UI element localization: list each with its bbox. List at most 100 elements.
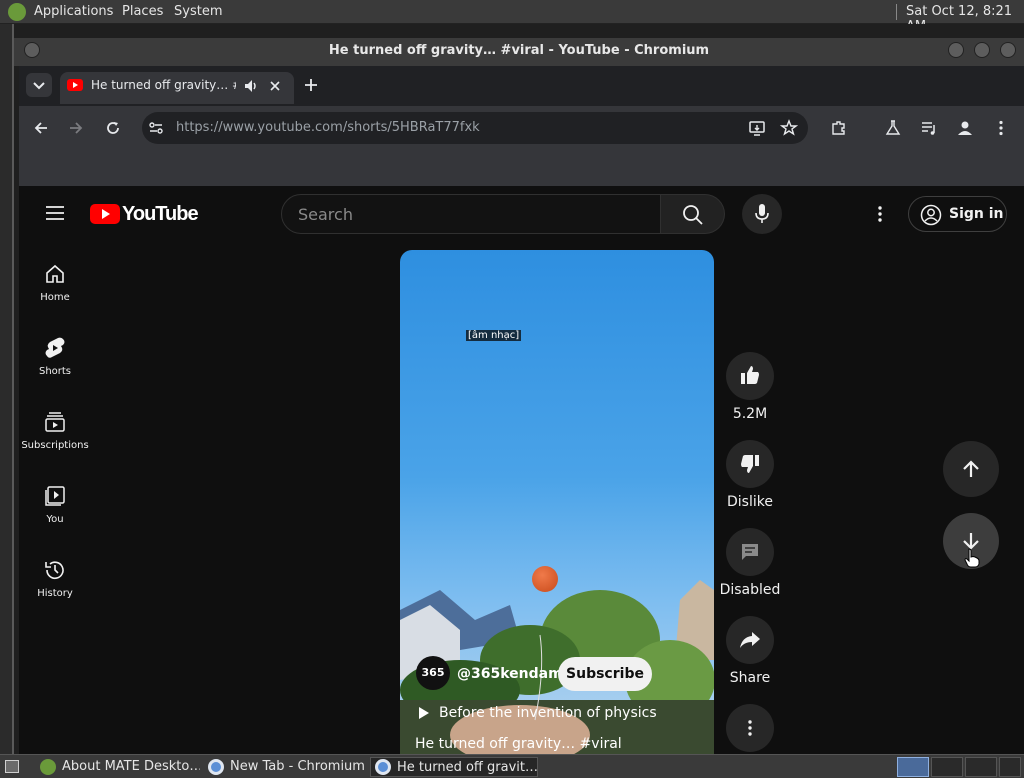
comment-icon [742,544,758,560]
share-arrow-icon [740,632,760,648]
menu-places[interactable]: Places [122,4,163,19]
thumbs-up-icon [741,366,759,384]
bottom-panel: About MATE Deskto… New Tab - Chromium He… [0,754,1024,778]
video-caption: [âm nhạc] [466,330,522,341]
close-window-icon[interactable] [1000,42,1016,58]
microphone-icon [755,204,769,223]
video-title: He turned off gravity… #viral [415,736,622,752]
mate-logo-icon[interactable] [8,3,26,21]
sidebar-label-subscriptions: Subscriptions [21,440,89,451]
new-tab-icon[interactable] [303,77,319,93]
bookmark-star-icon[interactable] [780,119,798,137]
chromium-app-icon [208,759,224,775]
forward-icon[interactable] [67,119,85,137]
taskbar-label: About MATE Deskto… [62,759,200,774]
close-tab-icon[interactable] [268,79,282,93]
menu-system[interactable]: System [174,4,222,19]
maximize-icon[interactable] [974,42,990,58]
search-icon [683,205,703,225]
reload-icon[interactable] [104,119,122,137]
taskbar-item-new-tab[interactable]: New Tab - Chromium [204,757,366,777]
profile-icon[interactable] [956,119,974,137]
sidebar-item-subscriptions[interactable]: Subscriptions [19,410,91,451]
like-button[interactable] [726,352,774,400]
thumbs-down-icon [741,455,759,473]
window-menu-icon[interactable] [24,42,40,58]
youtube-logo-icon [90,204,120,224]
youtube-logo-text: YouTube [122,203,199,225]
subscribe-button[interactable]: Subscribe [558,657,652,691]
site-info-icon[interactable] [148,120,164,136]
chrome-menu-icon[interactable] [992,119,1010,137]
channel-name[interactable]: @365kendama [457,666,572,682]
bookmarks-bar [19,150,1024,186]
channel-avatar-text: 365 [421,666,445,679]
url-host: https://www.youtube.com [176,120,343,135]
sidebar-item-you[interactable]: You [19,484,91,525]
sign-in-label: Sign in [949,206,1004,222]
media-controls-icon[interactable] [920,119,938,137]
chevron-down-icon [33,82,45,90]
minimize-icon[interactable] [948,42,964,58]
url-text[interactable]: https://www.youtube.com/shorts/5HBRaT77f… [176,120,480,135]
back-icon[interactable] [32,119,50,137]
channel-avatar[interactable]: 365 [416,656,450,690]
hamburger-menu-icon[interactable] [45,205,65,221]
history-icon [45,561,64,580]
sidebar-label-history: History [37,588,73,599]
workspace-switcher-2[interactable] [931,757,963,777]
more-actions-button[interactable] [726,704,774,752]
settings-kebab-icon[interactable] [870,204,890,224]
top-panel: Applications Places System Sat Oct 12, 8… [0,0,1024,34]
subscribe-label: Subscribe [566,666,644,682]
window-titlebar[interactable]: He turned off gravity… #viral - YouTube … [14,38,1024,66]
tab-search-button[interactable] [26,73,52,97]
arrow-up-icon [963,460,979,477]
show-desktop-icon[interactable] [5,760,19,773]
chromium-app-icon [375,759,391,775]
sound-title[interactable]: Before the invention of physics [439,705,657,721]
workspace-switcher-3[interactable] [965,757,997,777]
sign-in-button[interactable]: Sign in [908,196,1007,232]
workspace-switcher-1[interactable] [897,757,929,777]
shorts-icon [45,337,65,358]
audio-playing-icon[interactable] [243,78,259,94]
labs-flask-icon[interactable] [884,119,902,137]
taskbar-label: He turned off gravit… [397,760,538,775]
search-input-box[interactable]: Search [281,194,661,234]
extensions-icon[interactable] [830,119,848,137]
previous-short-button[interactable] [943,441,999,497]
share-button[interactable] [726,616,774,664]
kendama-ball [532,566,558,592]
workspace-switcher-4[interactable] [999,757,1021,777]
voice-search-button[interactable] [742,194,782,234]
search-button[interactable] [661,194,725,234]
tab-title: He turned off gravity… # [91,78,236,92]
search-input[interactable]: Search [298,205,353,224]
play-sound-icon[interactable] [418,706,430,720]
taskbar-label: New Tab - Chromium [230,759,365,774]
window-title: He turned off gravity… #viral - YouTube … [328,43,710,58]
sidebar-item-history[interactable]: History [19,558,91,599]
like-count: 5.2M [732,406,768,422]
home-icon [46,264,64,283]
install-app-icon[interactable] [748,119,766,137]
url-path: /shorts/5HBRaT77fxk [342,120,480,135]
comments-button[interactable] [726,528,774,576]
mate-app-icon [40,759,56,775]
taskbar-item-youtube[interactable]: He turned off gravit… [370,757,538,777]
taskbar-item-about-mate[interactable]: About MATE Deskto… [36,757,200,777]
dislike-button[interactable] [726,440,774,488]
more-vert-icon [748,720,752,736]
shorts-video-player[interactable]: [âm nhạc] 365 @365kendama Subscribe Befo… [400,250,714,754]
sidebar-label-you: You [46,514,64,525]
sidebar-label-shorts: Shorts [38,366,72,377]
comments-disabled-label: Disabled [719,582,781,598]
dislike-label: Dislike [727,494,773,510]
sidebar-label-home: Home [40,292,70,303]
menu-applications[interactable]: Applications [34,4,113,19]
share-label: Share [729,670,771,686]
sidebar-item-home[interactable]: Home [19,262,91,303]
account-circle-icon [920,204,942,226]
sidebar-item-shorts[interactable]: Shorts [19,336,91,377]
